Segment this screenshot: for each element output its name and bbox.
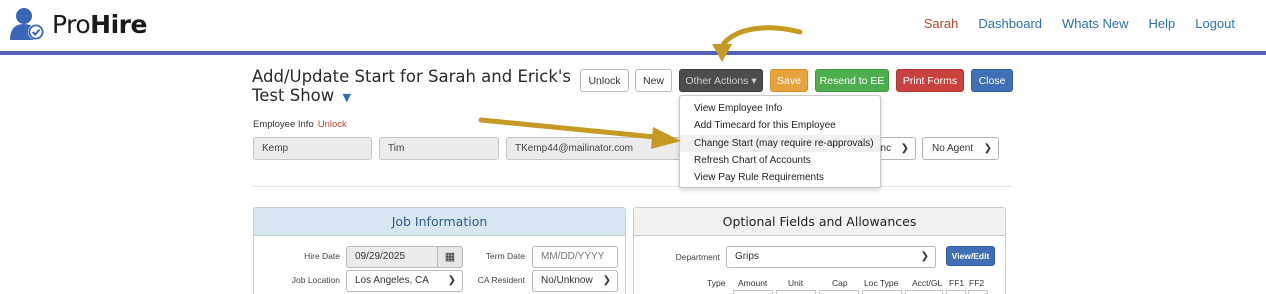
email-field[interactable]: TKemp44@mailinator.com <box>506 137 686 160</box>
save-button[interactable]: Save <box>770 69 808 92</box>
agent-select[interactable]: No Agent ❯ <box>922 137 999 160</box>
optional-fields-heading: Optional Fields and Allowances <box>634 208 1005 236</box>
menu-item-view-employee-info[interactable]: View Employee Info <box>680 100 880 117</box>
close-button[interactable]: Close <box>971 69 1013 92</box>
menu-item-add-timecard[interactable]: Add Timecard for this Employee <box>680 117 880 134</box>
employee-info-label-text: Employee Info <box>253 119 314 130</box>
logo-text: ProHire <box>52 10 147 39</box>
prohire-logo[interactable]: ProHire <box>9 7 147 41</box>
job-information-heading: Job Information <box>254 208 625 236</box>
user-check-logo-icon <box>10 8 44 40</box>
job-location-select[interactable]: Los Angeles, CA ❯ <box>346 270 463 292</box>
chevron-down-icon: ❯ <box>602 275 611 286</box>
ca-resident-select[interactable]: No/Unknow ❯ <box>532 270 618 292</box>
first-name-field[interactable]: Tim <box>379 137 499 160</box>
column-header-loc-type: Loc Type <box>864 278 899 288</box>
hire-date-label: Hire Date <box>304 251 340 261</box>
curved-arrow-annotation <box>712 25 803 62</box>
chevron-down-icon: ❯ <box>447 275 456 286</box>
section-divider <box>253 186 1013 187</box>
resend-to-ee-button[interactable]: Resend to EE <box>815 69 889 92</box>
nav-dashboard-link[interactable]: Dashboard <box>978 16 1042 31</box>
menu-item-view-pay-rule-requirements[interactable]: View Pay Rule Requirements <box>680 169 880 186</box>
column-header-cap: Cap <box>832 278 848 288</box>
column-header-acct-gl: Acct/GL <box>912 278 943 288</box>
department-select[interactable]: Grips ❯ <box>726 246 936 268</box>
employee-info-label: Employee Info Unlock <box>253 119 347 130</box>
term-date-input[interactable]: MM/DD/YYYY <box>532 246 618 268</box>
nav-logout-link[interactable]: Logout <box>1195 16 1235 31</box>
nav-help-link[interactable]: Help <box>1148 16 1175 31</box>
column-header-type: Type <box>707 278 726 288</box>
new-button[interactable]: New <box>635 69 672 92</box>
unit-input[interactable] <box>776 290 816 294</box>
department-value: Grips <box>735 251 759 262</box>
last-name-field[interactable]: Kemp <box>253 137 372 160</box>
top-nav: Sarah Dashboard Whats New Help Logout <box>924 16 1235 31</box>
chevron-down-icon: ❯ <box>983 143 992 154</box>
column-header-amount: Amount <box>738 278 768 288</box>
job-location-label: Job Location <box>291 275 340 285</box>
column-header-unit: Unit <box>788 278 804 288</box>
chevron-down-icon: ❯ <box>920 251 929 262</box>
term-date-label: Term Date <box>485 251 525 261</box>
menu-item-change-start[interactable]: Change Start (may require re-approvals) <box>680 134 880 152</box>
agent-select-value: No Agent <box>932 143 974 154</box>
hire-date-input[interactable]: 09/29/2025 <box>346 246 438 268</box>
header-divider-bar <box>0 51 1266 55</box>
ff2-input[interactable] <box>968 290 988 294</box>
title-caret-icon[interactable]: ▼ <box>343 91 351 104</box>
page-title: Add/Update Start for Sarah and Erick's T… <box>252 67 582 107</box>
employee-unlock-link[interactable]: Unlock <box>318 119 347 130</box>
nav-whats-new-link[interactable]: Whats New <box>1062 16 1128 31</box>
loc-type-input[interactable] <box>862 290 902 294</box>
page-title-text: Add/Update Start for Sarah and Erick's T… <box>252 67 572 105</box>
view-edit-button[interactable]: View/Edit <box>946 246 995 266</box>
amount-input[interactable] <box>733 290 773 294</box>
menu-item-refresh-chart-of-accounts[interactable]: Refresh Chart of Accounts <box>680 152 880 169</box>
ff1-input[interactable] <box>946 290 966 294</box>
ca-resident-label: CA Resident <box>477 275 525 285</box>
cap-input[interactable] <box>819 290 859 294</box>
unlock-button[interactable]: Unlock <box>580 69 629 92</box>
department-label: Department <box>675 252 720 262</box>
job-location-value: Los Angeles, CA <box>355 275 429 286</box>
nav-user-link[interactable]: Sarah <box>924 16 959 31</box>
calendar-icon[interactable]: ▦ <box>437 246 463 268</box>
chevron-down-icon: ❯ <box>900 143 909 154</box>
column-header-ff2: FF2 <box>969 278 985 288</box>
logo-text-bold: Hire <box>90 9 147 39</box>
logo-text-light: Pro <box>52 9 91 39</box>
column-header-ff1: FF1 <box>949 278 965 288</box>
other-actions-button[interactable]: Other Actions ▾ <box>679 69 763 92</box>
ca-resident-value: No/Unknow <box>541 275 593 286</box>
print-forms-button[interactable]: Print Forms <box>896 69 964 92</box>
acct-gl-input[interactable] <box>905 290 943 294</box>
other-actions-menu: View Employee Info Add Timecard for this… <box>679 95 881 188</box>
